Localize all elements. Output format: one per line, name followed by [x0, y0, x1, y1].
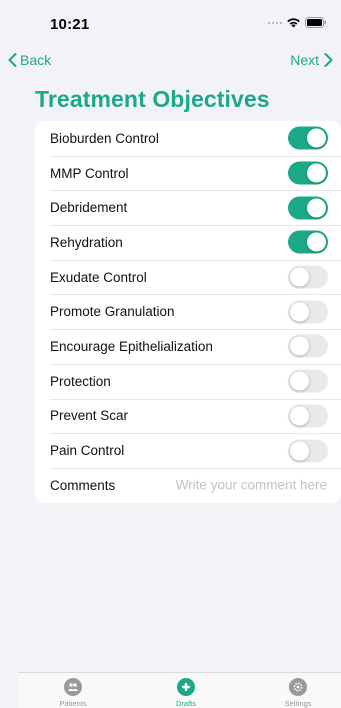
objective-row: MMP Control [35, 155, 341, 191]
objective-toggle[interactable] [288, 196, 328, 220]
chevron-right-icon [324, 53, 333, 67]
toggle-knob [307, 232, 326, 252]
objective-row: Promote Granulation [35, 294, 341, 329]
objectives-list: Bioburden Control MMP Control Debridemen… [35, 121, 341, 503]
people-icon [64, 678, 82, 696]
tab-settings[interactable]: Settings [263, 678, 333, 708]
status-icons [268, 17, 327, 28]
navigation-bar: Back Next [0, 52, 341, 74]
back-button[interactable]: Back [8, 52, 51, 68]
tab-label: Settings [284, 699, 312, 708]
toggle-knob [290, 406, 309, 426]
toggle-knob [307, 163, 326, 183]
objective-row: Debridement [35, 190, 341, 225]
objective-toggle[interactable] [288, 230, 328, 254]
toggle-knob [290, 267, 309, 287]
chevron-left-icon [8, 53, 17, 67]
objective-label: Exudate Control [50, 269, 147, 285]
objective-toggle[interactable] [288, 334, 328, 358]
tab-label: Patients [59, 699, 87, 708]
objective-toggle[interactable] [288, 161, 328, 185]
objective-toggle[interactable] [288, 265, 328, 289]
status-time: 10:21 [50, 16, 90, 33]
objective-toggle[interactable] [288, 369, 328, 393]
signal-icon [268, 21, 282, 24]
objective-toggle[interactable] [288, 126, 328, 150]
toggle-knob [290, 371, 309, 391]
objective-row: Bioburden Control [35, 121, 341, 156]
page-title: Treatment Objectives [35, 86, 270, 112]
battery-icon [305, 17, 326, 28]
objective-row: Protection [35, 363, 341, 399]
objective-label: Debridement [50, 200, 128, 216]
objective-label: Prevent Scar [50, 408, 129, 424]
toggle-knob [307, 128, 326, 148]
tab-label: Drafts [175, 699, 196, 708]
status-bar: 10:21 [0, 0, 341, 50]
objective-label: Promote Granulation [50, 304, 175, 320]
next-label: Next [290, 52, 319, 68]
objective-row: Encourage Epithelialization [35, 329, 341, 364]
tab-patients[interactable]: Patients [38, 678, 108, 708]
objective-label: Encourage Epithelialization [50, 338, 213, 354]
toggle-knob [290, 302, 309, 322]
objective-label: Protection [50, 373, 111, 389]
tab-drafts[interactable]: Drafts [151, 678, 221, 708]
next-button[interactable]: Next [290, 52, 333, 68]
objective-row: Prevent Scar [35, 398, 341, 434]
objective-label: MMP Control [50, 165, 129, 181]
toggle-knob [290, 336, 309, 356]
tab-bar: Patients Drafts Settings [18, 672, 341, 708]
plus-circle-icon [177, 678, 195, 696]
comments-input[interactable] [162, 477, 327, 493]
comments-label: Comments [50, 477, 116, 493]
toggle-knob [290, 441, 309, 461]
objective-toggle[interactable] [288, 404, 328, 428]
wifi-icon [287, 18, 300, 28]
objective-label: Pain Control [50, 443, 125, 459]
toggle-knob [307, 198, 326, 218]
objective-row: Exudate Control [35, 259, 341, 295]
objective-row: Rehydration [35, 225, 341, 260]
back-label: Back [20, 52, 52, 68]
comments-row: Comments [35, 467, 341, 503]
objective-toggle[interactable] [288, 439, 328, 463]
gear-icon [289, 678, 307, 696]
objective-toggle[interactable] [288, 300, 328, 324]
objective-label: Bioburden Control [50, 130, 159, 146]
objective-label: Rehydration [50, 234, 123, 250]
objective-row: Pain Control [35, 433, 341, 468]
